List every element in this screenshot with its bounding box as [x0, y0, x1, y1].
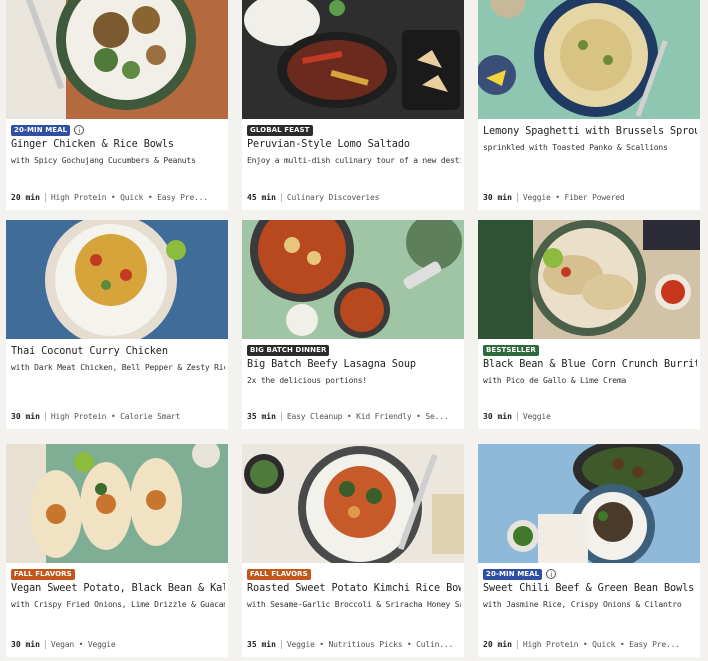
recipe-meta: 45 min Culinary Discoveries: [247, 193, 379, 202]
cook-time: 30 min: [483, 412, 512, 421]
meta-divider: [516, 193, 518, 202]
recipe-card[interactable]: FALL FLAVORS Roasted Sweet Potato Kimchi…: [242, 444, 464, 657]
meta-divider: [44, 640, 46, 649]
recipe-title[interactable]: Lemony Spaghetti with Brussels Sprouts: [483, 126, 697, 137]
recipe-photo: [478, 0, 700, 119]
info-icon[interactable]: i: [546, 569, 557, 579]
recipe-image[interactable]: [478, 0, 700, 119]
recipe-image[interactable]: [478, 444, 700, 563]
meta-divider: [280, 640, 282, 649]
recipe-tags: High Protein • Calorie Smart: [50, 412, 181, 421]
recipe-image[interactable]: [242, 0, 464, 119]
recipe-card[interactable]: 20-MIN MEAL i Ginger Chicken & Rice Bowl…: [6, 0, 228, 210]
recipe-tags: High Protein • Quick • Easy Pre...: [50, 193, 208, 202]
recipe-title[interactable]: Big Batch Beefy Lasagna Soup: [247, 359, 461, 370]
recipe-card[interactable]: BESTSELLER Black Bean & Blue Corn Crunch…: [478, 220, 700, 429]
recipe-badge: 20-MIN MEAL: [11, 124, 71, 136]
recipe-photo: [6, 444, 228, 563]
recipe-subtitle: with Sesame-Garlic Broccoli & Sriracha H…: [247, 600, 461, 609]
badge-row: BESTSELLER: [483, 344, 539, 356]
recipe-image[interactable]: [242, 444, 464, 563]
recipe-badge: FALL FLAVORS: [247, 568, 311, 580]
recipe-subtitle: with Jasmine Rice, Crispy Onions & Cilan…: [483, 600, 682, 609]
cook-time: 30 min: [483, 193, 512, 202]
recipe-tags: Easy Cleanup • Kid Friendly • Se...: [286, 412, 449, 421]
recipe-photo: [6, 220, 228, 339]
badge-row: 20-MIN MEAL i: [11, 124, 85, 136]
recipe-image[interactable]: [242, 220, 464, 339]
recipe-subtitle: with Pico de Gallo & Lime Crema: [483, 376, 627, 385]
recipe-badge: FALL FLAVORS: [11, 568, 75, 580]
cook-time: 20 min: [11, 193, 40, 202]
recipe-photo: [6, 0, 228, 119]
recipe-subtitle: sprinkled with Toasted Panko & Scallions: [483, 143, 668, 152]
recipe-meta: 20 min High Protein • Quick • Easy Pre..…: [483, 640, 680, 649]
meta-divider: [44, 193, 46, 202]
info-icon[interactable]: i: [74, 125, 85, 135]
recipe-badge: 20-MIN MEAL: [483, 568, 543, 580]
recipe-meta: 35 min Veggie • Nutritious Picks • Culin…: [247, 640, 453, 649]
recipe-subtitle: with Spicy Gochujang Cucumbers & Peanuts: [11, 156, 196, 165]
badge-row: FALL FLAVORS: [11, 568, 75, 580]
recipe-photo: [242, 220, 464, 339]
meta-divider: [516, 412, 518, 421]
meta-divider: [280, 193, 282, 202]
recipe-title[interactable]: Sweet Chili Beef & Green Bean Bowls: [483, 583, 697, 594]
cook-time: 45 min: [247, 193, 276, 202]
recipe-subtitle: 2x the delicious portions!: [247, 376, 368, 385]
meta-divider: [280, 412, 282, 421]
recipe-meta: 30 min Veggie • Fiber Powered: [483, 193, 625, 202]
recipe-photo: [478, 220, 700, 339]
recipe-tags: Veggie: [522, 412, 551, 421]
recipe-badge: BESTSELLER: [483, 344, 539, 356]
cook-time: 35 min: [247, 640, 276, 649]
recipe-meta: 20 min High Protein • Quick • Easy Pre..…: [11, 193, 208, 202]
recipe-badge: GLOBAL FEAST: [247, 124, 313, 136]
recipe-meta: 30 min Veggie: [483, 412, 551, 421]
recipe-tags: Vegan • Veggie: [50, 640, 116, 649]
recipe-meta: 30 min Vegan • Veggie: [11, 640, 116, 649]
recipe-card[interactable]: Lemony Spaghetti with Brussels Sprouts s…: [478, 0, 700, 210]
recipe-title[interactable]: Black Bean & Blue Corn Crunch Burritos: [483, 359, 697, 370]
recipe-image[interactable]: [478, 220, 700, 339]
recipe-tags: Veggie • Nutritious Picks • Culin...: [286, 640, 454, 649]
recipe-card[interactable]: 20-MIN MEAL i Sweet Chili Beef & Green B…: [478, 444, 700, 657]
recipe-image[interactable]: [6, 220, 228, 339]
recipe-title[interactable]: Peruvian-Style Lomo Saltado: [247, 139, 461, 150]
cook-time: 35 min: [247, 412, 276, 421]
badge-row: GLOBAL FEAST: [247, 124, 313, 136]
recipe-card[interactable]: Thai Coconut Curry Chicken with Dark Mea…: [6, 220, 228, 429]
recipe-tags: Culinary Discoveries: [286, 193, 380, 202]
recipe-card[interactable]: GLOBAL FEAST Peruvian-Style Lomo Saltado…: [242, 0, 464, 210]
cook-time: 20 min: [483, 640, 512, 649]
recipe-title[interactable]: Ginger Chicken & Rice Bowls: [11, 139, 225, 150]
meta-divider: [516, 640, 518, 649]
recipe-badge: BIG BATCH DINNER: [247, 344, 330, 356]
recipe-meta: 35 min Easy Cleanup • Kid Friendly • Se.…: [247, 412, 449, 421]
recipe-photo: [242, 0, 464, 119]
recipe-image[interactable]: [6, 0, 228, 119]
recipe-photo: [478, 444, 700, 563]
recipe-tags: High Protein • Quick • Easy Pre...: [522, 640, 680, 649]
badge-row: 20-MIN MEAL i: [483, 568, 557, 580]
recipe-title[interactable]: Thai Coconut Curry Chicken: [11, 346, 225, 357]
recipe-subtitle: Enjoy a multi-dish culinary tour of a ne…: [247, 156, 461, 165]
meta-divider: [44, 412, 46, 421]
badge-row: FALL FLAVORS: [247, 568, 311, 580]
recipe-subtitle: with Crispy Fried Onions, Lime Drizzle &…: [11, 600, 225, 609]
recipe-tags: Veggie • Fiber Powered: [522, 193, 625, 202]
recipe-image[interactable]: [6, 444, 228, 563]
recipe-meta: 30 min High Protein • Calorie Smart: [11, 412, 180, 421]
recipe-title[interactable]: Roasted Sweet Potato Kimchi Rice Bowls: [247, 583, 461, 594]
recipe-title[interactable]: Vegan Sweet Potato, Black Bean & Kale ..…: [11, 583, 225, 594]
recipe-card[interactable]: BIG BATCH DINNER Big Batch Beefy Lasagna…: [242, 220, 464, 429]
recipe-subtitle: with Dark Meat Chicken, Bell Pepper & Ze…: [11, 363, 225, 372]
badge-row: BIG BATCH DINNER: [247, 344, 330, 356]
recipe-photo: [242, 444, 464, 563]
recipe-card[interactable]: FALL FLAVORS Vegan Sweet Potato, Black B…: [6, 444, 228, 657]
cook-time: 30 min: [11, 412, 40, 421]
cook-time: 30 min: [11, 640, 40, 649]
